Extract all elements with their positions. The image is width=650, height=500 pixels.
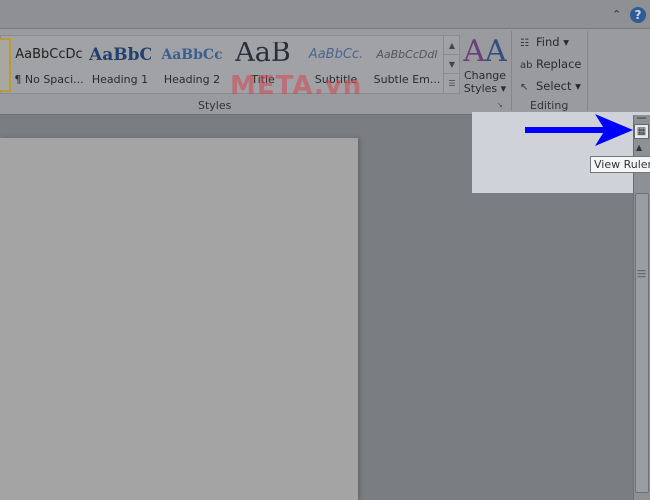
style-preview: AaBbCc bbox=[161, 47, 223, 63]
scroll-thumb[interactable] bbox=[635, 193, 649, 493]
split-handle[interactable] bbox=[637, 117, 646, 119]
ribbon-minimize-icon[interactable]: ⌃ bbox=[612, 8, 621, 21]
gallery-more-icon[interactable]: ☰ bbox=[444, 74, 460, 93]
replace-button[interactable]: ab Replace bbox=[520, 57, 582, 71]
replace-icon: ab bbox=[520, 60, 533, 71]
style-preview: AaBbCc. bbox=[308, 47, 364, 62]
change-styles-button[interactable]: AA Change Styles ▾ bbox=[462, 34, 508, 96]
style-preview: AaBbCcDdI bbox=[376, 48, 438, 61]
help-icon[interactable]: ? bbox=[630, 7, 646, 23]
editing-group-label: Editing bbox=[530, 99, 569, 112]
ribbon: AaBbCcDc ¶ No Spaci... AaBbC Heading 1 A… bbox=[0, 29, 650, 115]
style-preview: AaBbC bbox=[89, 45, 151, 65]
arrow-icon bbox=[525, 114, 633, 146]
gallery-down-icon[interactable]: ▼ bbox=[444, 55, 460, 74]
select-button[interactable]: ↖ Select ▾ bbox=[520, 79, 581, 93]
style-heading-2[interactable]: AaBbCc Heading 2 bbox=[159, 42, 225, 86]
style-normal-selected[interactable] bbox=[0, 38, 11, 92]
style-preview: AaBbCcDc bbox=[15, 47, 83, 62]
cursor-icon: ↖ bbox=[520, 82, 529, 93]
replace-label: Replace bbox=[536, 57, 582, 71]
style-heading-1[interactable]: AaBbC Heading 1 bbox=[89, 42, 151, 86]
change-styles-icon: AA bbox=[463, 34, 507, 69]
style-preview: AaB bbox=[235, 42, 291, 68]
tooltip: View Ruler bbox=[590, 156, 650, 173]
change-styles-label: Change bbox=[463, 69, 507, 82]
gallery-up-icon[interactable]: ▲ bbox=[444, 36, 460, 55]
change-styles-label-2: Styles ▾ bbox=[463, 82, 507, 95]
scroll-up-icon[interactable]: ▲ bbox=[636, 143, 642, 152]
dialog-launcher-icon[interactable]: ↘ bbox=[497, 101, 503, 109]
find-button[interactable]: ☷ Find ▾ bbox=[520, 35, 569, 49]
title-bar: ⌃ ? bbox=[0, 0, 650, 29]
style-label: Heading 2 bbox=[163, 73, 221, 86]
select-label: Select ▾ bbox=[536, 79, 581, 93]
divider bbox=[587, 31, 588, 111]
style-label: ¶ No Spaci... bbox=[14, 73, 84, 86]
document-page[interactable] bbox=[0, 138, 358, 500]
view-ruler-button[interactable]: ▦ bbox=[634, 124, 649, 139]
styles-group-label: Styles bbox=[198, 99, 232, 112]
style-label: Heading 1 bbox=[91, 73, 149, 86]
grip-icon: — — — bbox=[637, 266, 646, 282]
style-label: Subtle Em... bbox=[373, 73, 441, 86]
style-subtle-emphasis[interactable]: AaBbCcDdI Subtle Em... bbox=[373, 42, 441, 86]
find-label: Find ▾ bbox=[536, 35, 569, 49]
style-no-spacing[interactable]: AaBbCcDc ¶ No Spaci... bbox=[13, 42, 85, 86]
gallery-scroll: ▲ ▼ ☰ bbox=[443, 36, 460, 93]
watermark-logo: META.vn bbox=[230, 71, 363, 101]
binoculars-icon: ☷ bbox=[520, 38, 529, 49]
divider bbox=[511, 31, 512, 111]
